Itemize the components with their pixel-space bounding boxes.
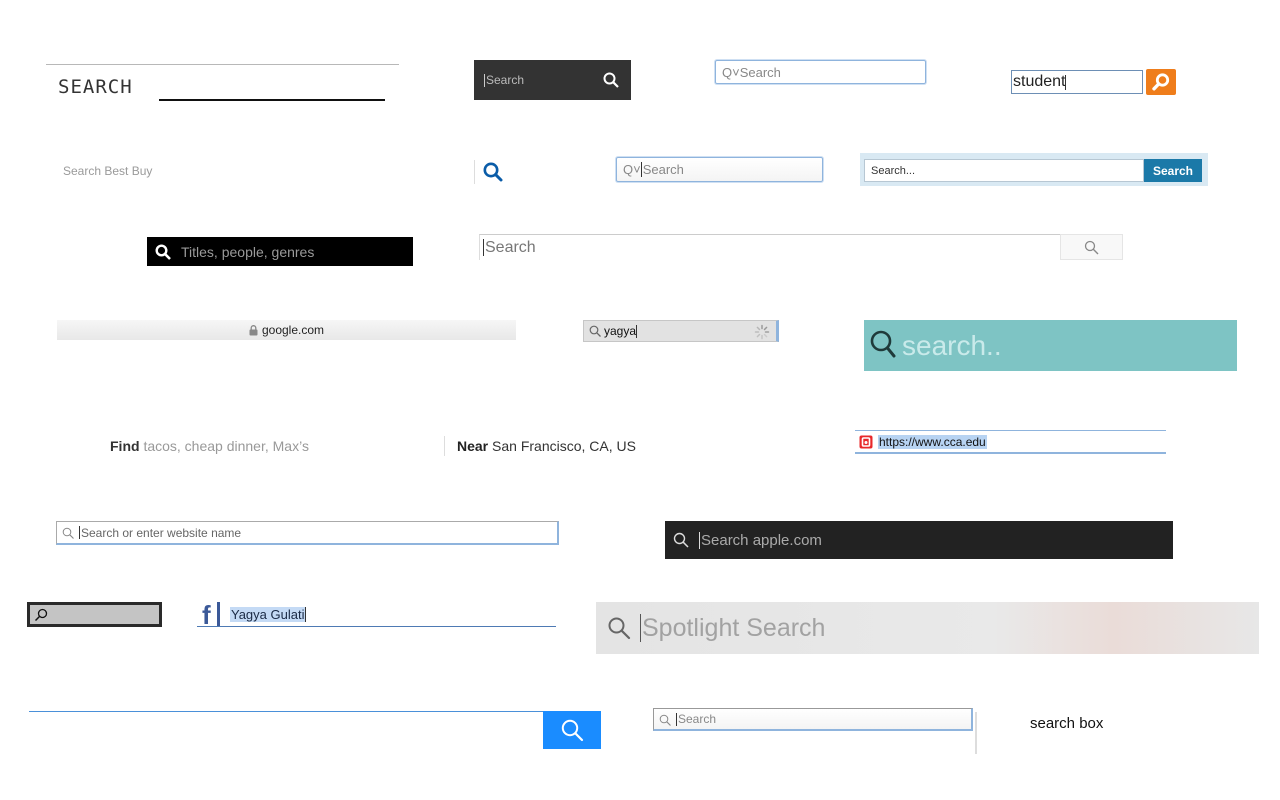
search-placeholder: search.. [902, 329, 1002, 361]
text-caret [305, 606, 307, 622]
facebook-logo: f [202, 600, 211, 630]
search-underline-input[interactable] [159, 99, 385, 101]
url-text: google.com [261, 323, 325, 337]
search-placeholder: Search [486, 73, 525, 87]
mac-search-field[interactable]: Q˅Search [715, 60, 926, 84]
youtube-search-input[interactable]: Search [479, 234, 1061, 260]
magnifier-icon [1151, 72, 1171, 92]
search-icon [560, 718, 584, 742]
search-icon [34, 608, 48, 622]
near-value: San Francisco, CA, US [492, 438, 636, 454]
mac-search-field[interactable]: Search [653, 708, 973, 731]
search-icon [1084, 240, 1099, 255]
search-icon [607, 616, 631, 640]
text-caret [676, 712, 677, 726]
search-placeholder: Q˅Search [722, 64, 781, 80]
search-placeholder: Search [678, 712, 717, 726]
search-placeholder: Spotlight Search [642, 613, 826, 642]
near-input[interactable]: Near San Francisco, CA, US [457, 438, 636, 454]
browser-address-bar[interactable]: https://www.cca.edu [855, 430, 1166, 454]
divider [444, 436, 445, 456]
teal-search-input[interactable]: search.. [864, 320, 1237, 371]
netflix-search-input[interactable]: Titles, people, genres [147, 237, 413, 266]
search-box-caption: search box [1030, 715, 1104, 732]
search-underline-input[interactable] [29, 711, 544, 712]
search-value: yagya [604, 324, 637, 338]
search-value: Yagya Gulati [230, 606, 306, 622]
search-placeholder: Search apple.com [701, 531, 822, 549]
text-caret [640, 162, 642, 177]
site-icon [859, 435, 873, 449]
search-icon [155, 244, 171, 260]
text-caret [699, 531, 700, 549]
text-caret [79, 526, 80, 539]
text-caret [483, 239, 484, 256]
spinner-icon [754, 324, 770, 340]
text-caret [1065, 74, 1067, 90]
search-placeholder: Search [485, 238, 536, 256]
dark-search-input[interactable]: Search [474, 60, 631, 100]
divider [975, 712, 977, 754]
divider [474, 160, 475, 184]
text-caret [636, 324, 638, 338]
search-button[interactable]: Search [1144, 159, 1202, 182]
search-placeholder: Search or enter website name [81, 525, 242, 540]
find-input[interactable]: Find tacos, cheap dinner, Max’s [110, 438, 309, 454]
find-placeholder: tacos, cheap dinner, Max’s [143, 438, 309, 454]
spotlight-search-input[interactable]: Spotlight Search [596, 602, 1259, 654]
search-placeholder: Search... [871, 164, 916, 177]
search-icon [589, 325, 601, 337]
search-label: SEARCH [58, 76, 133, 98]
facebook-search-input[interactable]: f Yagya Gulati [197, 600, 556, 630]
find-label: Find [110, 438, 140, 454]
loading-search-field[interactable]: yagya [583, 320, 779, 342]
student-search-input[interactable]: student [1011, 70, 1143, 94]
mac-search-field-focused[interactable]: Q˅ Search [616, 157, 823, 182]
search-icon[interactable] [603, 72, 619, 88]
retro-search-input[interactable] [27, 602, 162, 627]
text-caret [640, 614, 641, 642]
url-text: https://www.cca.edu [878, 434, 987, 449]
text-caret [484, 73, 485, 87]
search-value: student [1013, 73, 1066, 90]
facebook-logo-bar [217, 602, 220, 626]
search-icon [659, 714, 671, 726]
bestbuy-search-input[interactable]: Search Best Buy [63, 164, 152, 178]
search-button[interactable] [543, 711, 601, 749]
search-button[interactable] [1146, 69, 1176, 95]
lock-icon [249, 324, 258, 336]
search-placeholder: Search [642, 162, 684, 177]
search-prefix: Q˅ [623, 162, 641, 177]
search-icon[interactable] [482, 161, 504, 183]
divider [46, 64, 399, 65]
search-icon [870, 329, 896, 359]
safari-address-bar[interactable]: google.com [57, 320, 516, 340]
browser-search-field[interactable]: Search or enter website name [56, 521, 559, 545]
search-icon [62, 527, 74, 539]
search-icon [673, 532, 689, 548]
search-placeholder: Titles, people, genres [181, 243, 315, 260]
search-input[interactable]: Search... [864, 159, 1144, 182]
near-label: Near [457, 438, 489, 454]
search-button[interactable] [1060, 234, 1123, 260]
apple-search-input[interactable]: Search apple.com [665, 521, 1173, 559]
